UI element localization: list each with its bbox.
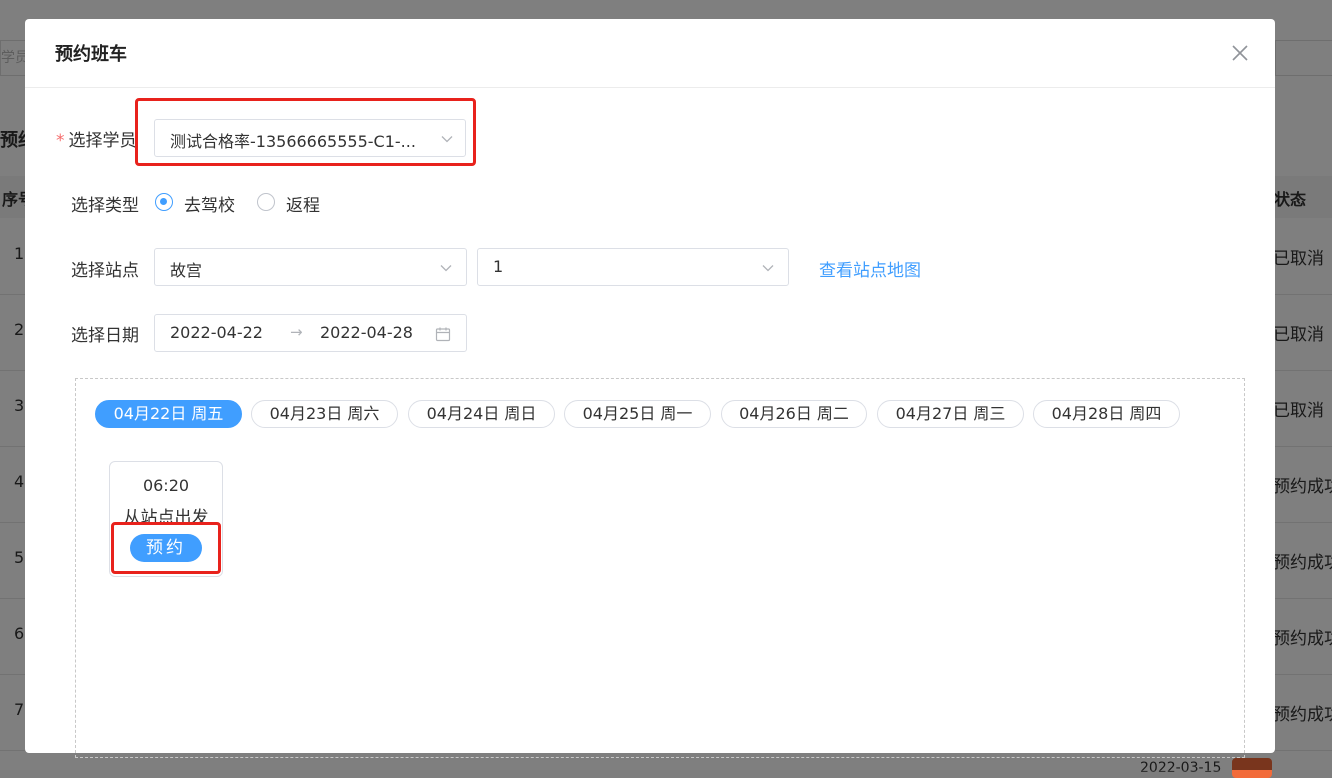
date-range-picker[interactable]: 2022-04-22 → 2022-04-28 xyxy=(154,314,467,352)
date-tab-0424[interactable]: 04月24日 周日 xyxy=(408,400,555,428)
date-label: 选择日期 xyxy=(71,326,139,346)
highlight-box xyxy=(135,98,476,166)
radio-to-school[interactable] xyxy=(155,193,173,211)
date-tab-0426[interactable]: 04月26日 周二 xyxy=(721,400,867,428)
radio-return[interactable] xyxy=(257,193,275,211)
dialog-title: 预约班车 xyxy=(55,44,127,65)
calendar-icon xyxy=(435,327,451,342)
date-tab-0422[interactable]: 04月22日 周五 xyxy=(95,400,242,428)
number-select[interactable]: 1 xyxy=(477,248,789,286)
range-separator: → xyxy=(290,323,303,341)
type-label: 选择类型 xyxy=(71,196,139,216)
slot-time: 06:20 xyxy=(142,476,190,495)
station-map-link[interactable]: 查看站点地图 xyxy=(819,256,921,281)
date-tab-0428[interactable]: 04月28日 周四 xyxy=(1033,400,1180,428)
student-label: * 选择学员 xyxy=(56,131,137,151)
schedule-panel: 04月22日 周五 04月23日 周六 04月24日 周日 04月25日 周一 … xyxy=(75,378,1245,758)
date-tab-0423[interactable]: 04月23日 周六 xyxy=(251,400,398,428)
radio-to-school-label[interactable]: 去驾校 xyxy=(184,191,235,216)
highlight-box xyxy=(111,522,221,574)
required-mark: * xyxy=(56,131,65,151)
date-end[interactable]: 2022-04-28 xyxy=(320,323,413,342)
number-select-value: 1 xyxy=(493,257,504,276)
booking-dialog: 预约班车 * 选择学员 测试合格率-13566665555-C1-... 选择类型… xyxy=(25,19,1275,758)
station-select-value: 故宫 xyxy=(170,261,203,280)
close-icon[interactable] xyxy=(1228,41,1252,65)
date-tab-0427[interactable]: 04月27日 周三 xyxy=(877,400,1024,428)
chevron-down-icon xyxy=(762,265,774,272)
station-select[interactable]: 故宫 xyxy=(154,248,467,286)
date-start[interactable]: 2022-04-22 xyxy=(170,323,263,342)
radio-return-label[interactable]: 返程 xyxy=(286,191,320,216)
dialog-header: 预约班车 xyxy=(25,19,1275,88)
station-label: 选择站点 xyxy=(71,261,139,281)
date-tab-0425[interactable]: 04月25日 周一 xyxy=(564,400,711,428)
chevron-down-icon xyxy=(440,265,452,272)
